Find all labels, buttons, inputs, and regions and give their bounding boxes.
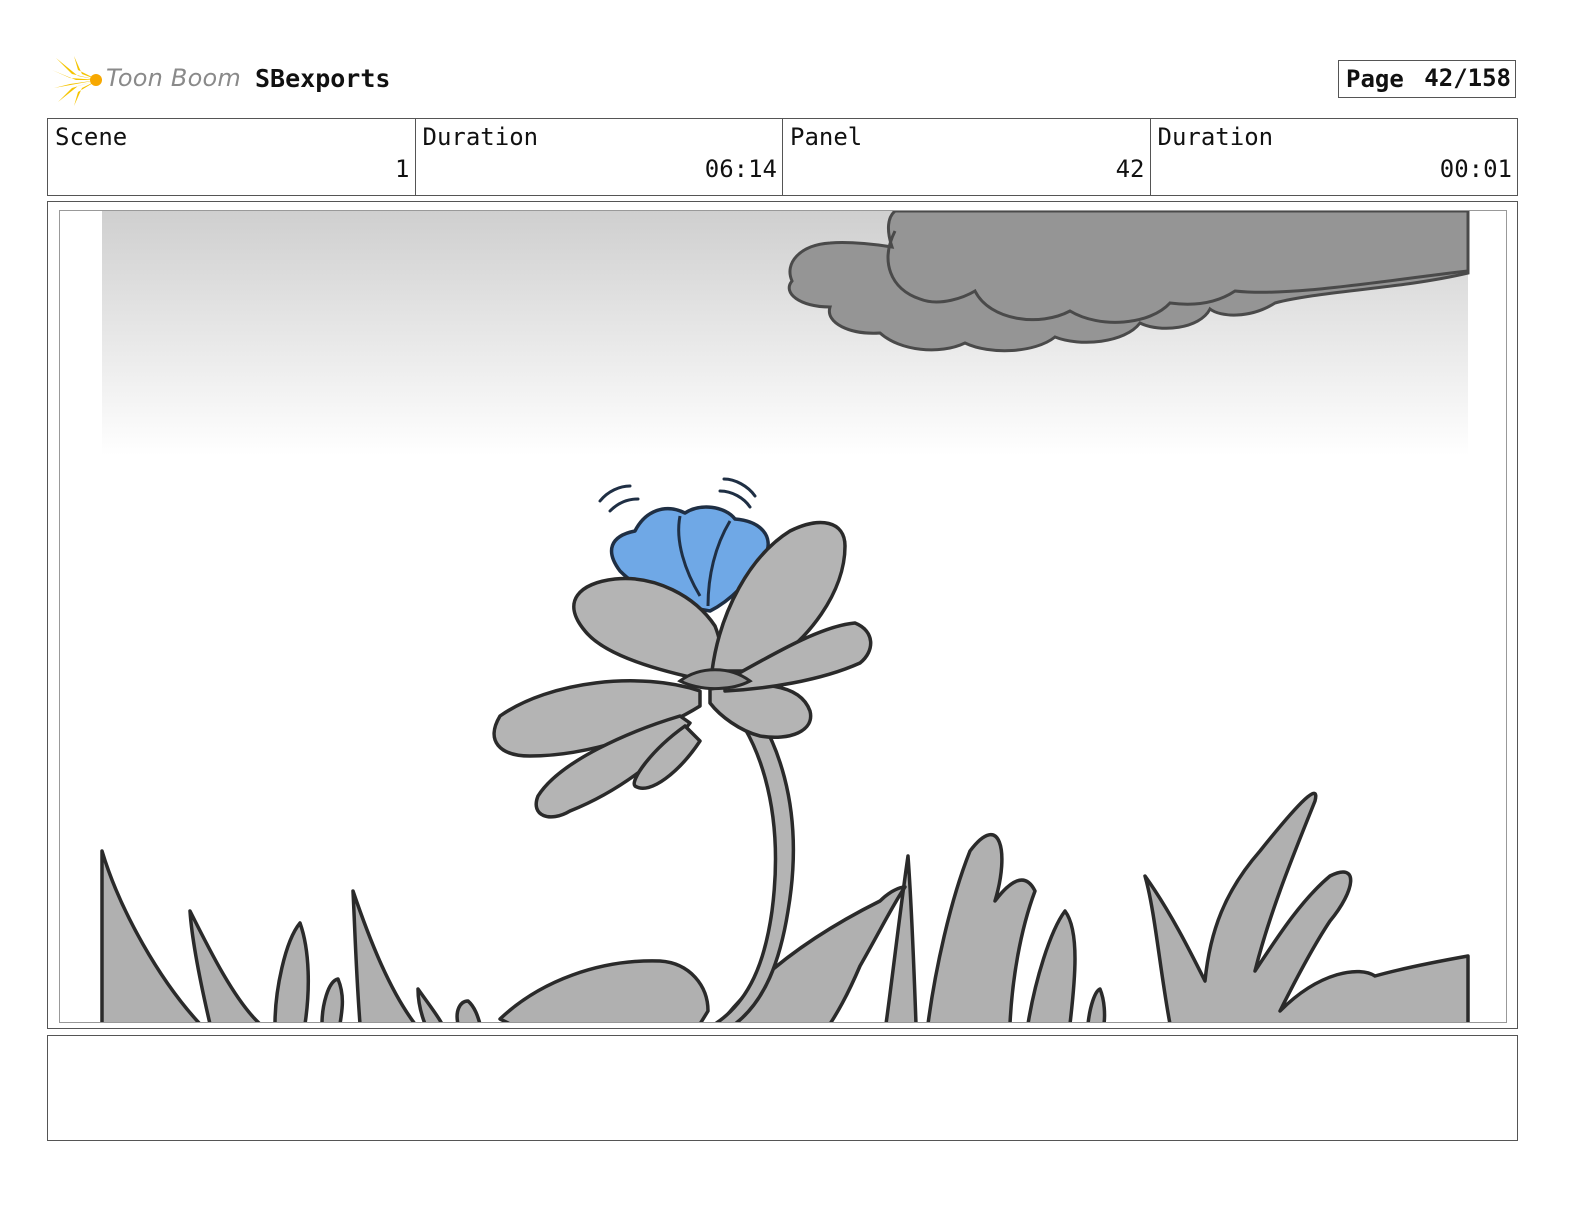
logo-text: Toon Boom [106, 64, 241, 92]
page-label: Page [1346, 65, 1404, 93]
panel-duration-label: Duration [1157, 123, 1274, 151]
scene-number: 1 [395, 155, 410, 183]
scene-label: Scene [55, 123, 128, 151]
project-title: SBexports [255, 64, 391, 93]
panel-notes [47, 1035, 1518, 1141]
page-indicator: Page 42/158 [1338, 60, 1516, 98]
panel-duration-value: 00:01 [1439, 155, 1512, 183]
scene-duration-label: Duration [422, 123, 539, 151]
starburst-icon [52, 56, 102, 106]
storyboard-panel-image [59, 210, 1507, 1023]
panel-frame [47, 201, 1518, 1029]
panel-cell: Panel 42 [782, 119, 1150, 195]
scene-cell: Scene 1 [48, 119, 415, 195]
page-number: 42/158 [1424, 64, 1511, 92]
toon-boom-logo: Toon Boom [52, 56, 242, 106]
panel-drawing [100, 211, 1470, 1022]
panel-number: 42 [1115, 155, 1145, 183]
scene-duration-cell: Duration 06:14 [414, 119, 783, 195]
panel-label: Panel [790, 123, 863, 151]
scene-duration-value: 06:14 [704, 155, 777, 183]
panel-duration-cell: Duration 00:01 [1149, 119, 1518, 195]
panel-info-table: Scene 1 Duration 06:14 Panel 42 Duration… [47, 118, 1518, 196]
